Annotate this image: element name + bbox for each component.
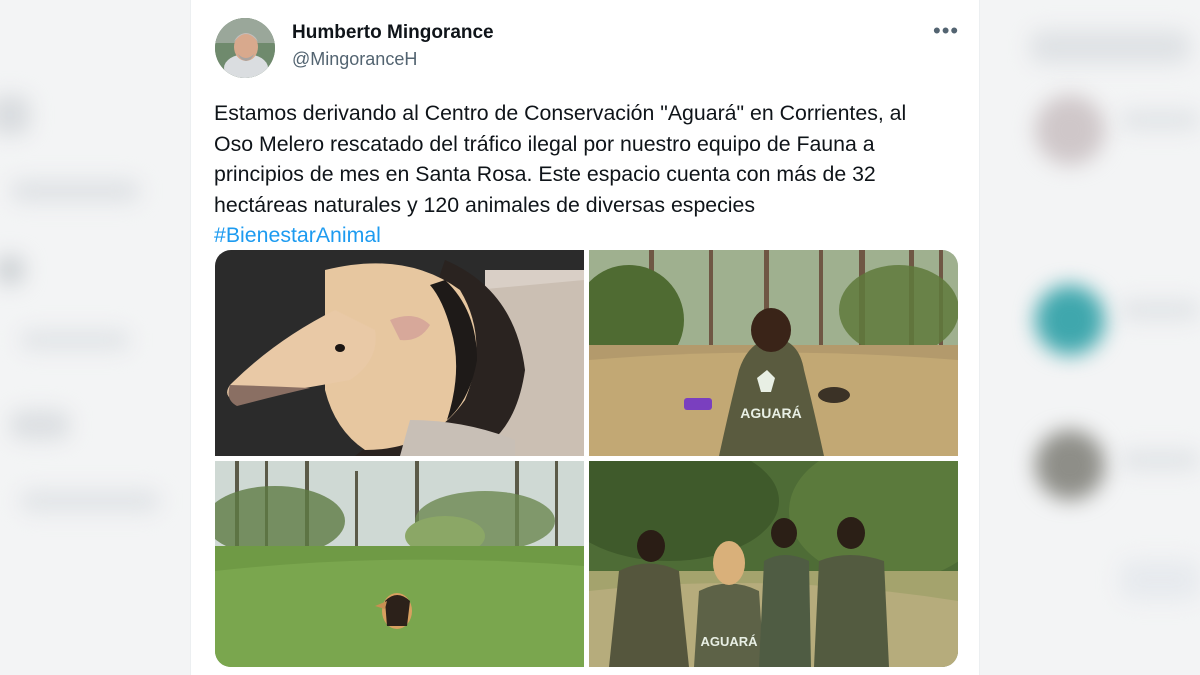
blurred-right-column — [980, 0, 1200, 675]
tweet-text-line: Oso Melero rescatado del tráfico ilegal … — [214, 131, 875, 156]
photo-keeper-clearing[interactable]: AGUARÁ — [589, 250, 958, 456]
photo-anteater-closeup[interactable] — [215, 250, 584, 456]
hashtag-link[interactable]: #BienestarAnimal — [214, 223, 381, 247]
tweet-text: Estamos derivando al Centro de Conservac… — [214, 98, 954, 251]
media-grid: AGUARÁ AGUARÁ — [215, 250, 958, 667]
avatar-image — [215, 18, 275, 78]
more-horizontal-icon[interactable]: ••• — [933, 20, 958, 46]
tweet-text-line: principios de mes en Santa Rosa. Este es… — [214, 162, 876, 186]
photo-anteater-lawn[interactable] — [215, 461, 584, 667]
blurred-left-column — [0, 0, 190, 675]
shirt-logo-text: AGUARÁ — [700, 634, 758, 649]
author-name[interactable]: Humberto Mingorance — [292, 22, 494, 44]
tweet-text-line: hectáreas naturales y 120 animales de di… — [214, 192, 756, 217]
avatar[interactable] — [215, 18, 275, 78]
photo-team-walking[interactable]: AGUARÁ — [589, 461, 958, 667]
tweet-text-line: Estamos derivando al Centro de Conservac… — [214, 101, 907, 125]
tweet-card[interactable]: Humberto Mingorance @MingoranceH ••• Est… — [190, 0, 980, 675]
shirt-logo-text: AGUARÁ — [740, 405, 801, 421]
author-handle[interactable]: @MingoranceH — [292, 49, 417, 70]
